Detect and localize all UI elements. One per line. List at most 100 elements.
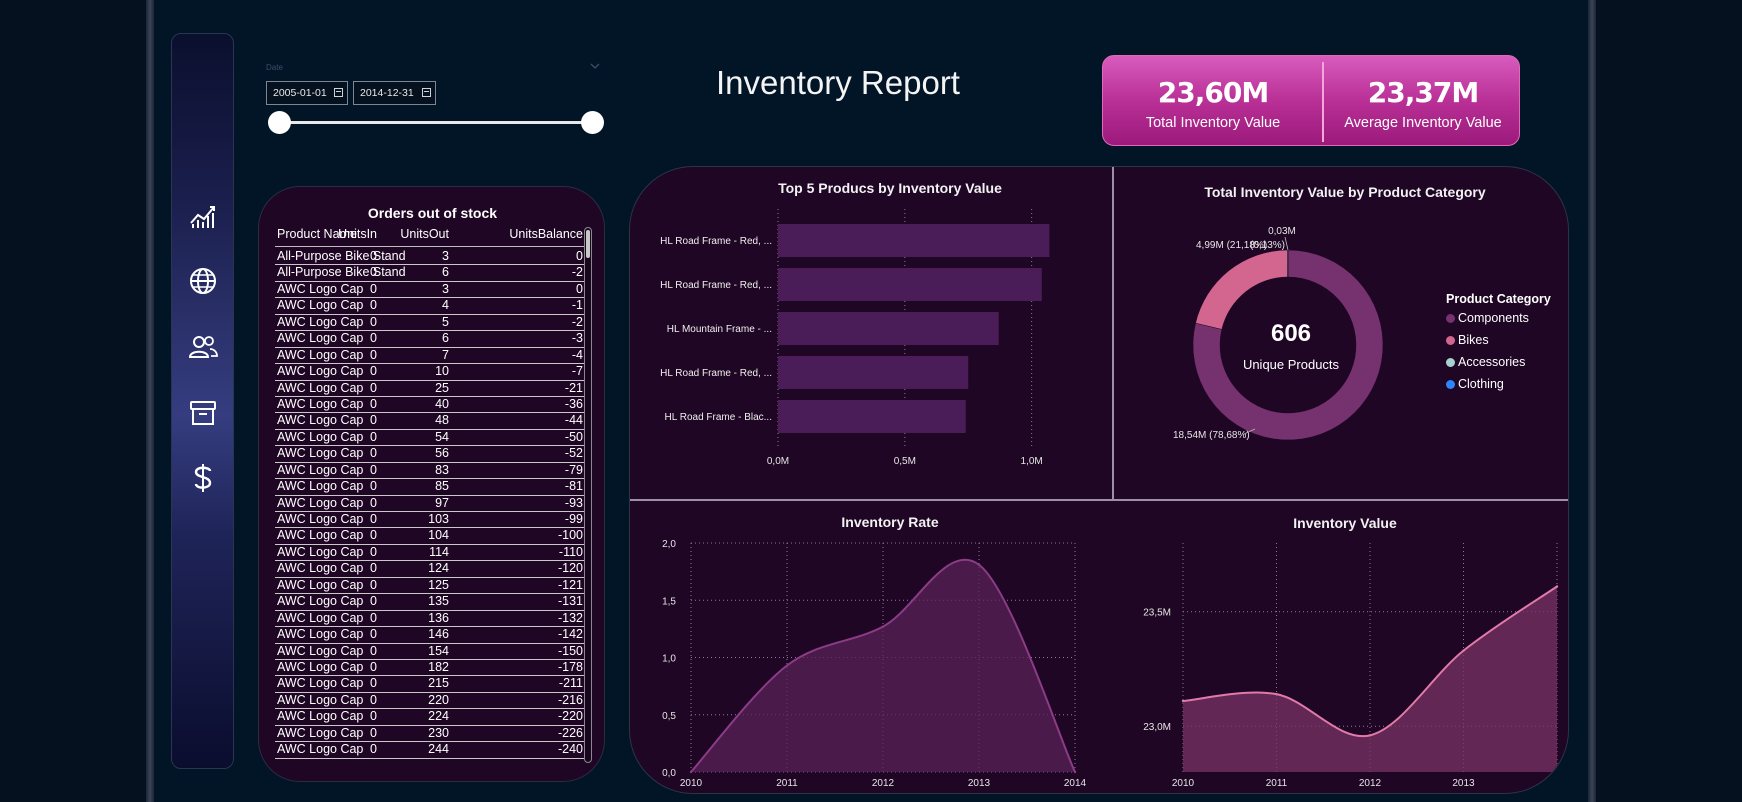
table-row[interactable]: AWC Logo Cap 0 97 -93 xyxy=(275,496,587,512)
table-row[interactable]: AWC Logo Cap 0 114 -110 xyxy=(275,545,587,562)
table-row[interactable]: AWC Logo Cap 0 5 -2 xyxy=(275,314,587,332)
x-tick-label: 2013 xyxy=(968,778,991,789)
users-icon[interactable] xyxy=(186,330,220,364)
table-header: Product Name UnitsIn UnitsOut UnitsBalan… xyxy=(275,227,587,247)
calendar-icon[interactable] xyxy=(422,88,431,97)
legend-label: Accessories xyxy=(1458,355,1526,369)
legend-item[interactable]: Accessories xyxy=(1446,355,1525,369)
cell-units-out: 3 xyxy=(442,249,449,263)
bar xyxy=(778,356,969,389)
y-tick-label: 1,0 xyxy=(662,654,676,665)
y-category-label: HL Road Frame - Red, ... xyxy=(660,280,772,291)
cell-units-out: 230 xyxy=(428,725,449,740)
y-tick-label: 0,5 xyxy=(662,711,676,722)
cell-units-out: 182 xyxy=(428,659,449,674)
legend-item[interactable]: Clothing xyxy=(1446,377,1504,391)
cell-units-balance: -120 xyxy=(557,561,583,576)
cell-units-out: 85 xyxy=(435,479,449,494)
table-row[interactable]: AWC Logo Cap 0 83 -79 xyxy=(275,462,587,480)
cell-units-balance: -131 xyxy=(557,594,583,609)
cell-product-name: AWC Logo Cap xyxy=(277,659,364,674)
x-tick-label: 1,0M xyxy=(1021,456,1043,467)
table-row[interactable]: AWC Logo Cap 0 146 -142 xyxy=(275,627,587,644)
table-row[interactable]: AWC Logo Cap 0 7 -4 xyxy=(275,348,587,365)
legend-item[interactable]: Bikes xyxy=(1446,333,1489,347)
table-row[interactable]: AWC Logo Cap 0 56 -52 xyxy=(275,446,587,463)
cell-product-name: AWC Logo Cap xyxy=(277,479,364,494)
table-row[interactable]: AWC Logo Cap 0 154 -150 xyxy=(275,644,587,660)
legend-item[interactable]: Components xyxy=(1446,311,1529,325)
table-row[interactable]: AWC Logo Cap 0 10 -7 xyxy=(275,364,587,381)
start-date-input[interactable]: 2005-01-01 xyxy=(266,81,348,105)
x-tick-label: 0,0M xyxy=(767,456,789,467)
cell-units-balance: -36 xyxy=(564,396,583,411)
cell-units-in: 0 xyxy=(370,249,377,263)
cell-units-balance: -142 xyxy=(557,627,583,642)
table-row[interactable]: AWC Logo Cap 0 215 -211 xyxy=(275,676,587,693)
table-row[interactable]: AWC Logo Cap 0 25 -21 xyxy=(275,381,587,397)
charts-panel: Top 5 Producs by Inventory Value 0,0M 0,5… xyxy=(629,166,1569,794)
cell-units-out: 244 xyxy=(428,742,449,757)
cell-units-balance: -226 xyxy=(557,725,583,740)
table-row[interactable]: AWC Logo Cap 0 244 -240 xyxy=(275,742,587,759)
calendar-icon[interactable] xyxy=(334,88,343,97)
chevron-down-icon[interactable] xyxy=(588,61,602,71)
column-header-units-out[interactable]: UnitsOut xyxy=(400,227,449,241)
table-row[interactable]: AWC Logo Cap 0 124 -120 xyxy=(275,561,587,578)
cell-units-out: 215 xyxy=(428,676,449,691)
kpi-label: Total Inventory Value xyxy=(1145,115,1281,131)
table-row[interactable]: AWC Logo Cap 0 104 -100 xyxy=(275,528,587,545)
table-row[interactable]: AWC Logo Cap 0 136 -132 xyxy=(275,610,587,628)
data-point xyxy=(977,563,981,566)
legend-marker xyxy=(1446,313,1455,323)
table-row[interactable]: AWC Logo Cap 0 135 -131 xyxy=(275,594,587,611)
date-range-slider[interactable] xyxy=(278,121,592,124)
data-point xyxy=(1275,692,1278,696)
archive-box-icon[interactable] xyxy=(186,396,220,430)
table-row[interactable]: AWC Logo Cap 0 4 -1 xyxy=(275,298,587,315)
column-header-units-balance[interactable]: UnitsBalance xyxy=(509,227,583,241)
cell-units-in: 0 xyxy=(370,627,377,642)
table-row[interactable]: AWC Logo Cap 0 85 -81 xyxy=(275,479,587,496)
kpi-value: 23,37M xyxy=(1367,76,1479,109)
table-row[interactable]: AWC Logo Cap 0 54 -50 xyxy=(275,430,587,447)
cell-units-balance: -79 xyxy=(564,462,583,477)
table-row[interactable]: AWC Logo Cap 0 3 0 xyxy=(275,282,587,299)
slider-end-handle[interactable] xyxy=(581,111,604,134)
cell-units-balance: -211 xyxy=(558,676,583,691)
table-row[interactable]: AWC Logo Cap 0 40 -36 xyxy=(275,396,587,414)
table-row[interactable]: All-Purpose Bike Stand 0 3 0 xyxy=(275,249,587,266)
table-row[interactable]: AWC Logo Cap 0 103 -99 xyxy=(275,512,587,529)
table-scrollbar[interactable] xyxy=(584,227,592,763)
cell-product-name: All-Purpose Bike Stand xyxy=(277,265,406,280)
end-date-input[interactable]: 2014-12-31 xyxy=(353,81,436,105)
inventory-value-area-chart: 23,0M 23,5M 2010 2011 2012 2013 2014 xyxy=(1143,543,1568,789)
table-row[interactable]: AWC Logo Cap 0 48 -44 xyxy=(275,413,587,430)
cell-units-out: 56 xyxy=(435,446,449,461)
cell-units-in: 0 xyxy=(370,594,377,609)
cell-units-in: 0 xyxy=(370,380,377,395)
chart-trend-icon[interactable] xyxy=(186,199,220,233)
table-row[interactable]: All-Purpose Bike Stand 0 6 -2 xyxy=(275,265,587,282)
column-header-units-in[interactable]: UnitsIn xyxy=(338,227,377,241)
table-row[interactable]: AWC Logo Cap 0 182 -178 xyxy=(275,659,587,677)
cell-units-out: 135 xyxy=(428,594,449,609)
table-row[interactable]: AWC Logo Cap 0 220 -216 xyxy=(275,693,587,710)
table-row[interactable]: AWC Logo Cap 0 125 -121 xyxy=(275,578,587,595)
start-date-value: 2005-01-01 xyxy=(273,87,327,99)
cell-units-out: 5 xyxy=(442,314,449,329)
scrollbar-thumb[interactable] xyxy=(586,230,590,258)
dollar-icon[interactable] xyxy=(186,461,220,495)
cell-units-in: 0 xyxy=(370,298,377,313)
cell-product-name: AWC Logo Cap xyxy=(277,627,364,642)
page-title: Inventory Report xyxy=(716,64,960,101)
cell-units-out: 136 xyxy=(428,610,449,625)
y-tick-label: 0,0 xyxy=(662,768,676,779)
globe-icon[interactable] xyxy=(186,264,220,298)
table-row[interactable]: AWC Logo Cap 0 6 -3 xyxy=(275,331,587,348)
cell-units-out: 103 xyxy=(428,512,449,526)
table-row[interactable]: AWC Logo Cap 0 224 -220 xyxy=(275,709,587,726)
table-body: All-Purpose Bike Stand 0 3 0 All-Purpose Bik… xyxy=(275,249,587,759)
slider-start-handle[interactable] xyxy=(268,111,291,134)
table-row[interactable]: AWC Logo Cap 0 230 -226 xyxy=(275,725,587,743)
